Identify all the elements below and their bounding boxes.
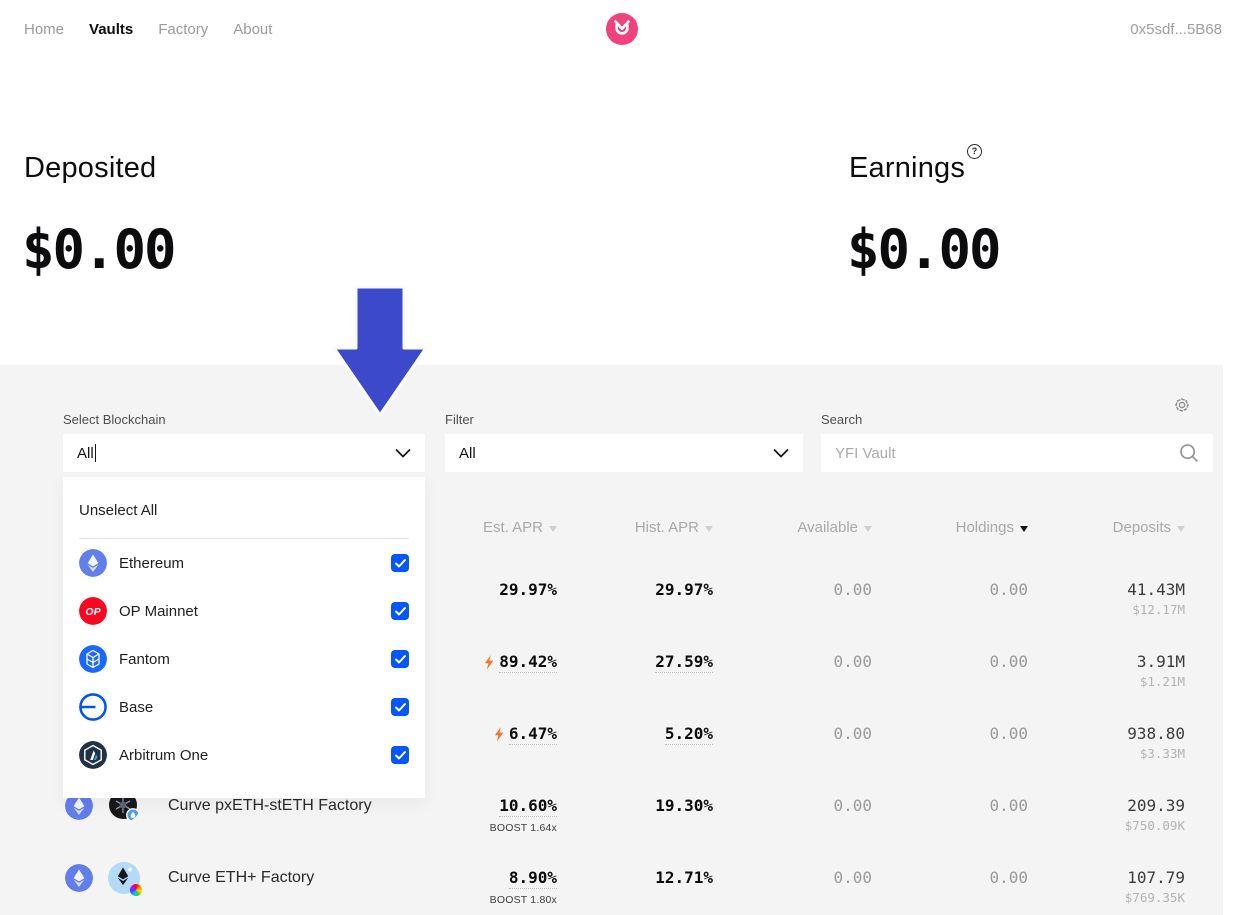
top-nav: Home Vaults Factory About 0x5sdf...5B68 [0, 0, 1239, 58]
op-mainnet-icon: OP [79, 597, 107, 625]
boost-bolt-icon [494, 727, 504, 742]
nav-item-factory[interactable]: Factory [158, 21, 208, 38]
chevron-down-icon [395, 448, 411, 458]
header-est-apr[interactable]: Est. APR [417, 519, 557, 536]
blockchain-select-control: Select Blockchain All [63, 412, 425, 472]
vault-name: Curve pxETH-stETH Factory [168, 797, 372, 815]
filter-label: Filter [445, 412, 803, 427]
search-control: Search YFI Vault [821, 412, 1213, 472]
filter-select-input[interactable]: All [445, 434, 803, 472]
checkbox-checked[interactable] [391, 554, 409, 572]
ethplus-token-icon [108, 862, 140, 894]
vaults-panel: Select Blockchain All Filter All Search … [0, 365, 1223, 915]
blockchain-select-value: All [77, 445, 94, 462]
deposited-value: $0.00 [22, 218, 175, 281]
sort-arrow-icon [1177, 526, 1185, 532]
search-icon [1179, 443, 1199, 463]
wallet-address[interactable]: 0x5sdf...5B68 [1130, 0, 1222, 58]
search-placeholder: YFI Vault [835, 445, 896, 462]
svg-text:OP: OP [85, 606, 101, 618]
header-holdings[interactable]: Holdings [872, 519, 1028, 536]
boost-multiplier: BOOST 1.64x [417, 820, 557, 836]
blockchain-dropdown: Unselect All Ethereum OP OP Mainnet Fant… [63, 477, 425, 798]
table-row[interactable]: Curve ETH+ Factory 8.90%BOOST 1.80x 12.7… [65, 842, 1185, 914]
nav-item-about[interactable]: About [233, 21, 272, 38]
header-available[interactable]: Available [713, 519, 872, 536]
filter-control: Filter All [445, 412, 803, 472]
nav-item-home[interactable]: Home [24, 21, 64, 38]
yearn-logo-icon[interactable] [606, 13, 638, 45]
base-icon [79, 693, 107, 721]
checkbox-checked[interactable] [391, 746, 409, 764]
sort-arrow-icon [864, 526, 872, 532]
chain-option-fantom[interactable]: Fantom [63, 635, 425, 683]
checkbox-checked[interactable] [391, 698, 409, 716]
blockchain-select-input[interactable]: All [63, 434, 425, 472]
boost-multiplier: BOOST 1.80x [417, 892, 557, 908]
earnings-help-icon[interactable]: ? [967, 144, 982, 159]
chain-option-base[interactable]: Base [63, 683, 425, 731]
vault-name: Curve ETH+ Factory [168, 869, 314, 887]
chain-option-arbitrum-one[interactable]: Arbitrum One [63, 731, 425, 779]
sort-arrow-active-icon [1020, 526, 1028, 532]
chain-option-op-mainnet[interactable]: OP OP Mainnet [63, 587, 425, 635]
arbitrum-one-icon [79, 741, 107, 769]
earnings-value: $0.00 [847, 218, 1000, 281]
ethereum-icon [79, 549, 107, 577]
sort-arrow-icon [705, 526, 713, 532]
nav-item-vaults[interactable]: Vaults [89, 21, 133, 38]
checkbox-checked[interactable] [391, 602, 409, 620]
deposited-label: Deposited [24, 152, 156, 185]
fantom-icon [79, 645, 107, 673]
nav-links: Home Vaults Factory About [24, 0, 272, 58]
chevron-down-icon [773, 448, 789, 458]
text-caret [95, 444, 97, 462]
earnings-label: Earnings? [849, 152, 980, 185]
ethereum-chain-icon [65, 864, 93, 892]
filter-select-value: All [459, 445, 476, 462]
search-label: Search [821, 412, 1213, 427]
header-deposits[interactable]: Deposits [1028, 519, 1185, 536]
header-hist-apr[interactable]: Hist. APR [557, 519, 713, 536]
pointer-arrow-annotation [330, 284, 430, 420]
boost-bolt-icon [484, 655, 494, 670]
search-input[interactable]: YFI Vault [821, 434, 1213, 472]
checkbox-checked[interactable] [391, 650, 409, 668]
sort-arrow-icon [549, 526, 557, 532]
chain-option-ethereum[interactable]: Ethereum [63, 539, 425, 587]
unselect-all-option[interactable]: Unselect All [63, 494, 425, 526]
